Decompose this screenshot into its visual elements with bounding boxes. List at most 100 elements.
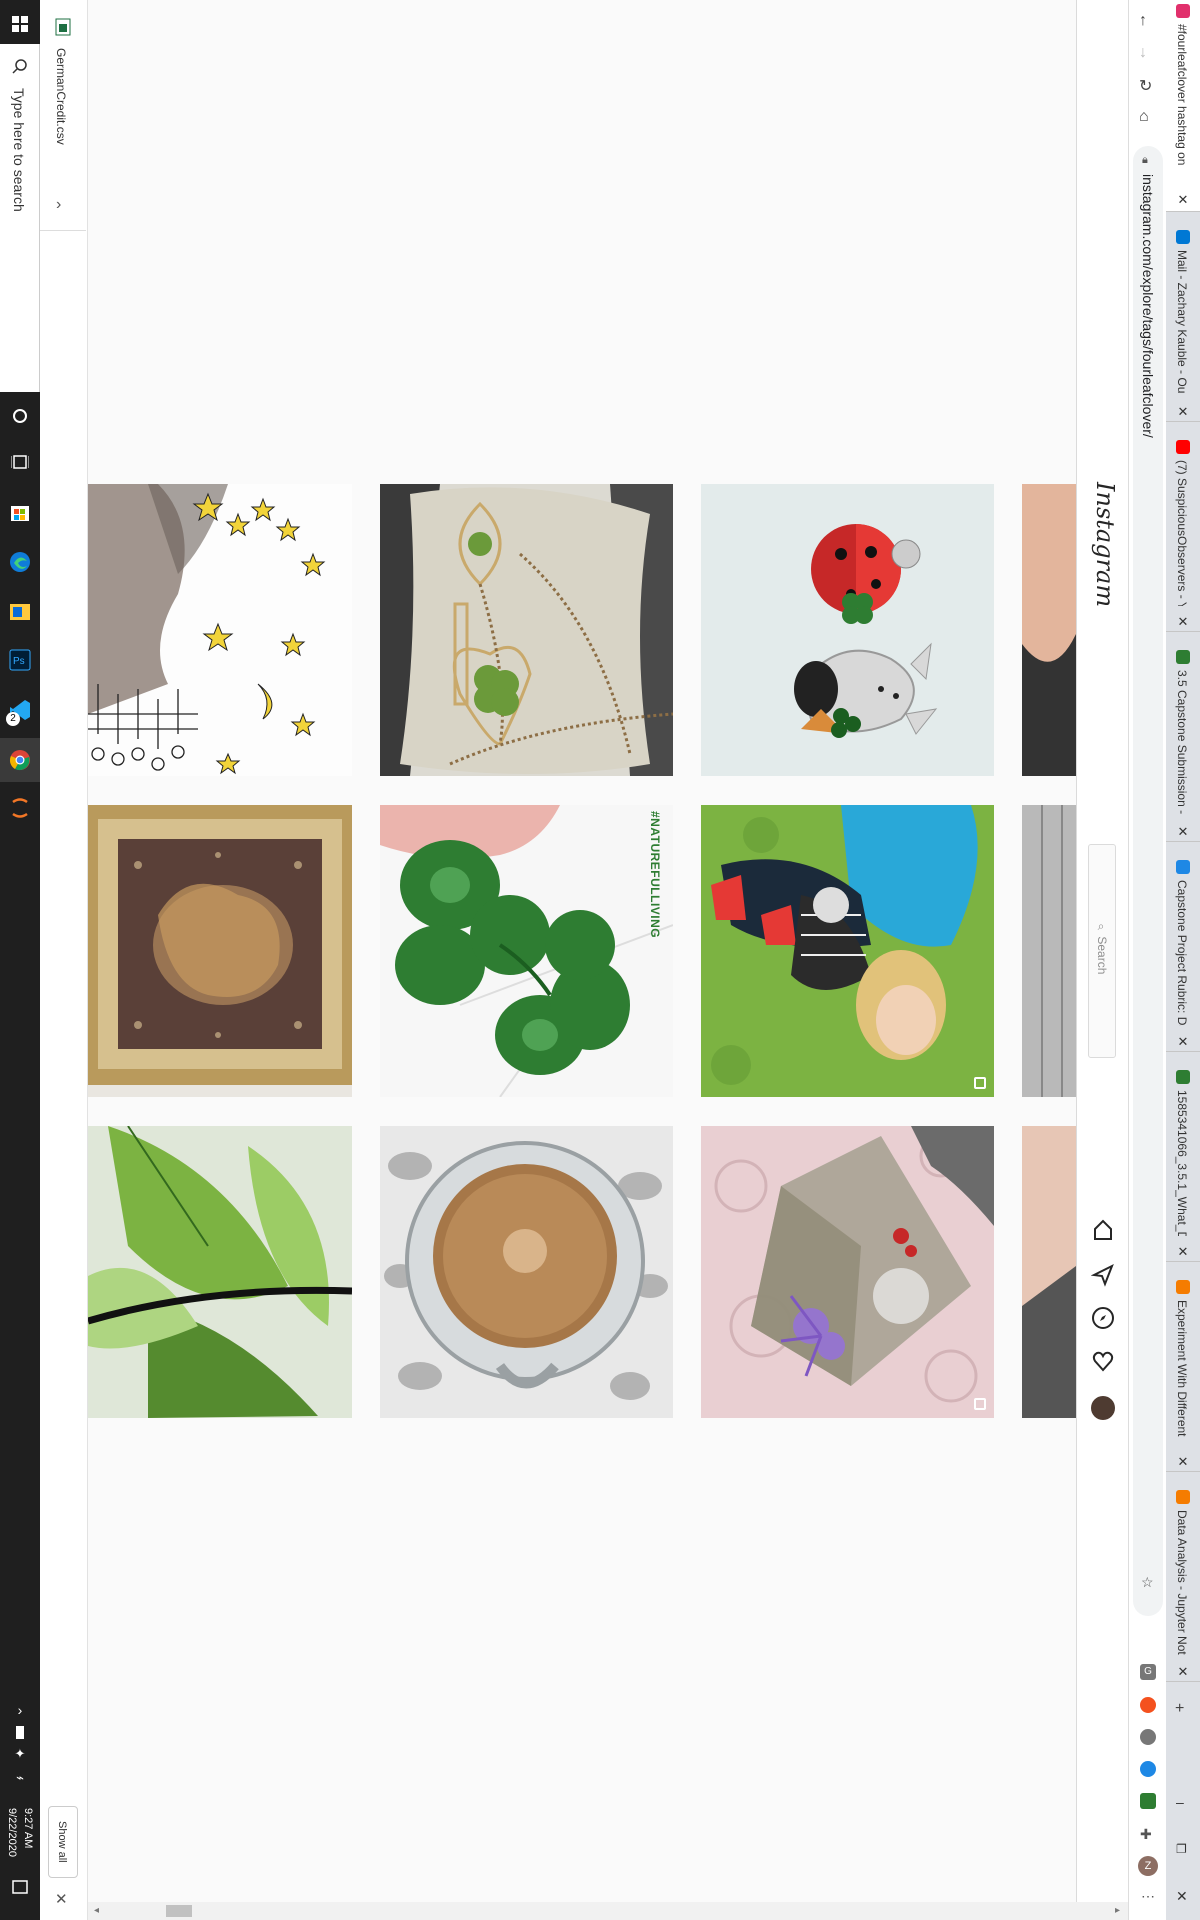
scrollbar-thumb[interactable] — [166, 1905, 192, 1917]
jupyter-favicon-icon — [1176, 1280, 1190, 1294]
close-tab-icon[interactable]: ✕ — [1176, 192, 1190, 208]
post-image — [1022, 805, 1076, 1097]
taskbar-chrome-active[interactable] — [0, 738, 40, 782]
close-tab-icon[interactable]: ✕ — [1176, 1034, 1190, 1050]
address-bar[interactable]: 🔒︎ instagram.com/explore/tags/fourleafcl… — [1133, 146, 1163, 1616]
grid-post-partial-2[interactable] — [1022, 805, 1076, 1097]
clock-date[interactable]: 9/22/2020 — [6, 1808, 18, 1857]
close-tab-icon[interactable]: ✕ — [1176, 1454, 1190, 1470]
extension-orange-icon[interactable] — [1140, 1697, 1156, 1713]
tab-title: #fourleafclover hashtag on — [1175, 24, 1189, 166]
network-icon[interactable]: ⌁ — [0, 1770, 40, 1794]
tab-title: Capstone Project Rubric: Da — [1175, 880, 1189, 1026]
new-tab-plus-icon[interactable]: + — [1175, 1700, 1184, 1718]
scroll-right-arrow-icon[interactable]: ▸ — [1115, 1905, 1120, 1916]
courseware-favicon-icon — [1176, 1070, 1190, 1084]
grid-post-partial-3[interactable] — [1022, 1126, 1076, 1418]
home-icon[interactable] — [1091, 1218, 1115, 1242]
tab-1[interactable]: Mail - Zachary Kauble - Ou ✕ — [1166, 226, 1200, 422]
bookmark-star-icon[interactable]: ☆ — [1141, 1574, 1154, 1591]
photoshop-icon: Ps — [9, 649, 31, 671]
chrome-icon — [10, 750, 30, 771]
grid-post-green-leaves[interactable] — [88, 1126, 352, 1418]
profile-avatar[interactable] — [1091, 1396, 1115, 1420]
extension-circle-icon[interactable] — [1140, 1729, 1156, 1745]
extensions-puzzle-icon[interactable]: ✚ — [1140, 1826, 1152, 1843]
action-center-button[interactable] — [11, 1878, 29, 1896]
explore-compass-icon[interactable] — [1091, 1306, 1115, 1330]
tab-2[interactable]: (7) SuspiciousObservers - Yo ✕ — [1166, 436, 1200, 632]
close-downloads-bar-icon[interactable]: ✕ — [55, 1890, 68, 1908]
tab-0-active[interactable]: #fourleafclover hashtag on ✕ — [1166, 0, 1200, 212]
grid-post-four-leaf-clover[interactable]: #NATUREFULLIVING — [380, 805, 673, 1097]
close-tab-icon[interactable]: ✕ — [1176, 404, 1190, 420]
tab-7[interactable]: Data Analysis - Jupyter Not ✕ — [1166, 1486, 1200, 1682]
youtube-favicon-icon — [1176, 440, 1190, 454]
grid-post-drawing-stars[interactable] — [88, 484, 352, 776]
menu-more-icon[interactable]: ⋯ — [1141, 1888, 1155, 1905]
clock-time[interactable]: 9:27 AM — [22, 1808, 34, 1848]
grid-post-resin-cube[interactable] — [701, 1126, 994, 1418]
cortana-button[interactable] — [0, 398, 40, 434]
instagram-explore-page: #NATUREFULLIVING — [88, 0, 1076, 1902]
window-restore-icon[interactable]: ❐ — [1176, 1842, 1187, 1856]
cortana-icon — [13, 409, 27, 423]
grid-post-clover-necklaces[interactable] — [380, 484, 673, 776]
multi-photo-icon — [974, 1398, 986, 1410]
show-all-downloads-button[interactable]: Show all — [48, 1806, 78, 1878]
taskbar-file-explorer[interactable] — [0, 594, 40, 630]
close-tab-icon[interactable]: ✕ — [1176, 1244, 1190, 1260]
direct-messages-icon[interactable] — [1090, 1263, 1115, 1287]
dropbox-icon[interactable]: ✦ — [0, 1746, 40, 1770]
extension-g-icon[interactable]: G — [1140, 1664, 1156, 1680]
taskbar-photoshop[interactable]: Ps — [0, 642, 40, 678]
activity-heart-icon[interactable] — [1091, 1349, 1115, 1373]
show-all-label: Show all — [56, 1821, 68, 1863]
forward-arrow-icon[interactable]: ↓ — [1139, 44, 1147, 62]
microsoft-store-icon — [11, 506, 29, 521]
tab-3[interactable]: 3.5 Capstone Submission - ✕ — [1166, 646, 1200, 842]
extension-blue-icon[interactable] — [1140, 1761, 1156, 1777]
extension-green-icon[interactable] — [1140, 1793, 1156, 1809]
grid-post-framed-artwork[interactable] — [88, 805, 352, 1097]
notification-badge: 2 — [6, 712, 20, 726]
taskbar-edge[interactable] — [0, 544, 40, 580]
taskbar-visual-studio-code[interactable]: 2 — [0, 690, 40, 730]
profile-icon[interactable]: Z — [1138, 1856, 1158, 1876]
taskbar-app-store[interactable] — [0, 494, 40, 530]
instagram-logo[interactable]: Instagram — [1091, 482, 1119, 607]
grid-post-child-on-grass[interactable] — [701, 805, 994, 1097]
tab-4[interactable]: Capstone Project Rubric: Da ✕ — [1166, 856, 1200, 1052]
download-options-chevron-icon[interactable]: › — [56, 196, 61, 214]
back-arrow-icon[interactable]: ↑ — [1139, 12, 1147, 30]
show-hidden-icons-chevron-icon[interactable]: › — [0, 1702, 40, 1724]
taskbar-jupyter[interactable] — [0, 790, 40, 826]
search-placeholder: ⌕ Search — [1095, 921, 1109, 975]
window-close-icon[interactable]: ✕ — [1176, 1888, 1188, 1905]
horizontal-scrollbar[interactable]: ◂ ▸ — [88, 1902, 1128, 1920]
download-item[interactable]: GermanCredit.csv › — [40, 0, 86, 231]
tab-6[interactable]: Experiment With Different ✕ — [1166, 1276, 1200, 1472]
post-image — [701, 484, 994, 776]
battery-icon[interactable] — [0, 1724, 40, 1746]
window-minimize-icon[interactable]: – — [1176, 1794, 1184, 1810]
grid-post-partial-1[interactable] — [1022, 484, 1076, 776]
close-tab-icon[interactable]: ✕ — [1176, 824, 1190, 840]
post-image — [701, 805, 994, 1097]
windows-logo-icon — [12, 16, 28, 32]
grid-post-coffee-cup[interactable] — [380, 1126, 673, 1418]
reload-icon[interactable]: ↻ — [1139, 76, 1152, 96]
tab-title: Mail - Zachary Kauble - Ou — [1175, 250, 1189, 394]
close-tab-icon[interactable]: ✕ — [1176, 1664, 1190, 1680]
instagram-header: Instagram ⌕ Search — [1076, 0, 1128, 1902]
grid-post-ladybug-pins[interactable] — [701, 484, 994, 776]
windows-start-button[interactable] — [0, 6, 40, 42]
instagram-search-input[interactable]: ⌕ Search — [1088, 844, 1116, 1058]
tab-5[interactable]: 1585341066_3.5.1_What_Da ✕ — [1166, 1066, 1200, 1262]
scroll-left-arrow-icon[interactable]: ◂ — [94, 1905, 99, 1916]
close-tab-icon[interactable]: ✕ — [1176, 614, 1190, 630]
task-view-button[interactable] — [0, 444, 40, 480]
jupyter-icon — [12, 798, 28, 818]
taskbar-search-box[interactable]: Type here to search — [0, 44, 40, 392]
home-button-icon[interactable]: ⌂ — [1139, 108, 1149, 126]
